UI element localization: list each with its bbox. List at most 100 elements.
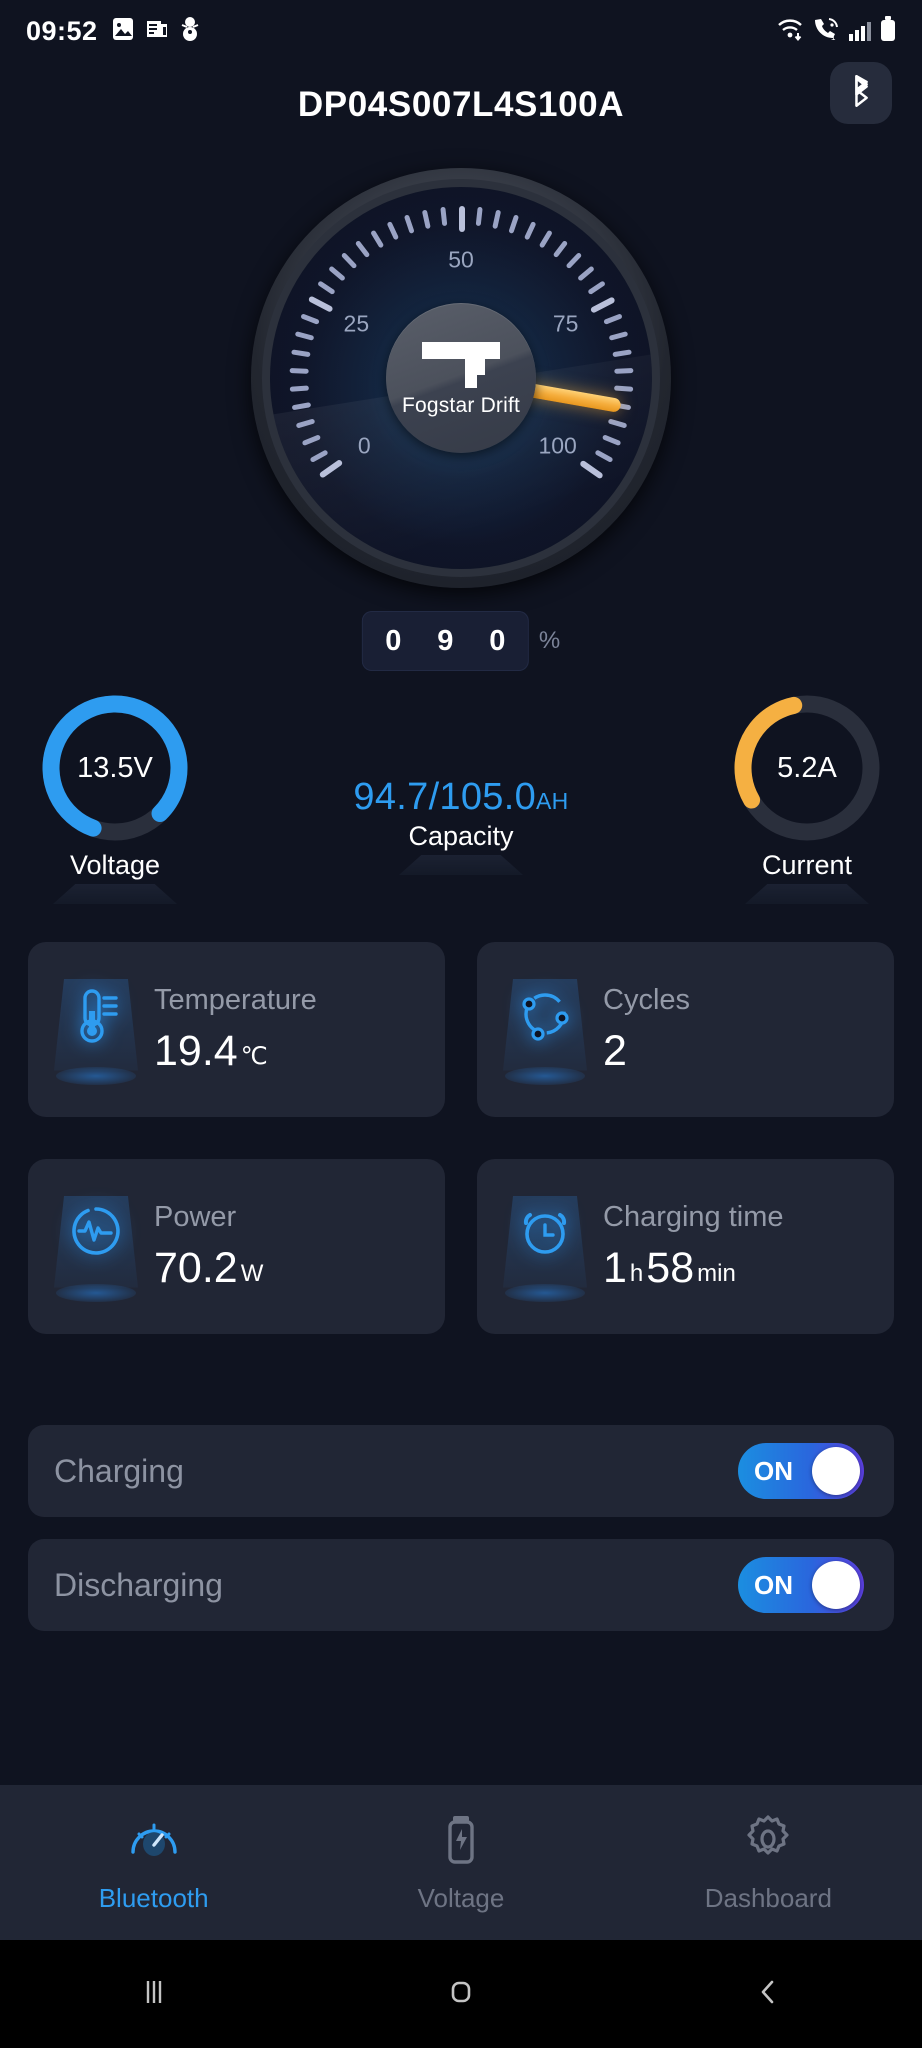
- nav-item-bluetooth[interactable]: Bluetooth: [0, 1812, 307, 1914]
- nav-label-bluetooth: Bluetooth: [98, 1882, 209, 1913]
- charging-time-card[interactable]: Charging time 1 h 58 min: [477, 1159, 894, 1334]
- power-pulse-icon: [46, 1202, 146, 1260]
- status-bar-notification-icons: [112, 16, 200, 47]
- nav-item-dashboard[interactable]: Dashboard: [615, 1812, 922, 1914]
- capacity-label: Capacity: [408, 821, 514, 851]
- capacity-stat[interactable]: 94.7/105.0AH Capacity: [346, 688, 576, 875]
- soc-percent-readout: 0 9 0 %: [361, 611, 561, 671]
- metric-cards: Temperature 19.4 ℃ Cycles 2 Power 70.2 W…: [28, 942, 894, 1334]
- temperature-value: 19.4 ℃: [154, 1027, 317, 1076]
- charging-time-text: Charging time 1 h 58 min: [603, 1201, 784, 1293]
- soc-percent-unit: %: [538, 627, 561, 654]
- gauge-tick-label: 75: [552, 310, 579, 336]
- gauge-tick-label: 0: [357, 432, 371, 459]
- voltage-stat[interactable]: 13.5V Voltage: [0, 688, 230, 904]
- nav-label-voltage: Voltage: [417, 1882, 505, 1913]
- thermometer-icon: [46, 985, 146, 1049]
- signal-icon: [848, 18, 872, 47]
- temperature-label: Temperature: [154, 983, 317, 1016]
- gauge-hub: Fogstar Drift: [386, 303, 536, 453]
- recents-button[interactable]: [0, 1975, 307, 2014]
- temperature-unit: ℃: [240, 1042, 268, 1070]
- cycles-number: 2: [603, 1026, 627, 1075]
- status-bar-system-icons: 1: [776, 15, 896, 47]
- charging-minutes-unit: min: [697, 1259, 736, 1287]
- snowman-icon: [180, 16, 200, 47]
- power-label: Power: [154, 1200, 237, 1233]
- svg-text:1: 1: [831, 33, 836, 42]
- current-stat[interactable]: 5.2A Current: [692, 688, 922, 904]
- app-header: DP04S007L4S100A: [0, 62, 922, 148]
- charging-row: Charging ON: [28, 1425, 894, 1517]
- discharging-toggle[interactable]: ON: [738, 1557, 864, 1613]
- gauge-face: 0 25 50 75 100 Fogstar Drift: [270, 187, 652, 569]
- gauge-tick-label: 50: [448, 246, 474, 273]
- capacity-plinth: [399, 855, 523, 875]
- power-unit: W: [240, 1259, 264, 1287]
- gauge-tick-label: 25: [343, 310, 370, 336]
- charging-switch-label: Charging: [54, 1452, 184, 1489]
- news-icon: [145, 17, 169, 46]
- status-bar-clock: 09:52: [26, 15, 98, 46]
- cycles-text: Cycles 2: [603, 984, 690, 1076]
- voltage-ring: 13.5V: [35, 688, 195, 848]
- back-button[interactable]: [615, 1975, 922, 2014]
- home-button[interactable]: [307, 1975, 614, 2014]
- charging-hours: 1: [603, 1243, 627, 1292]
- power-number: 70.2: [154, 1243, 238, 1292]
- voltage-plinth: [53, 884, 177, 904]
- power-text: Power 70.2 W: [154, 1201, 263, 1293]
- charging-toggle[interactable]: ON: [738, 1443, 864, 1499]
- brand-name: Fogstar Drift: [401, 394, 521, 417]
- current-label: Current: [761, 850, 853, 880]
- discharging-toggle-knob: [812, 1561, 860, 1609]
- discharging-row: Discharging ON: [28, 1539, 894, 1631]
- cycles-value: 2: [603, 1027, 690, 1076]
- charging-hours-unit: h: [629, 1259, 644, 1287]
- soc-digit: 0: [385, 624, 402, 657]
- current-value: 5.2A: [777, 751, 837, 784]
- current-plinth: [745, 884, 869, 904]
- call-wifi-icon: 1: [812, 16, 840, 47]
- wifi-icon: [776, 16, 804, 47]
- back-icon: [751, 1975, 785, 2014]
- temperature-text: Temperature 19.4 ℃: [154, 984, 317, 1076]
- soc-gauge: 0 25 50 75 100 Fogstar Drift: [251, 168, 671, 588]
- power-value: 70.2 W: [154, 1244, 263, 1293]
- charging-time-value: 1 h 58 min: [603, 1244, 784, 1293]
- power-card[interactable]: Power 70.2 W: [28, 1159, 445, 1334]
- bottom-navigation: Bluetooth Voltage Dashboard: [0, 1785, 922, 1940]
- current-ring: 5.2A: [727, 688, 887, 848]
- alarm-clock-icon: [495, 1202, 595, 1260]
- temperature-card[interactable]: Temperature 19.4 ℃: [28, 942, 445, 1117]
- capacity-value: 94.7/105.0AH: [346, 688, 576, 819]
- nav-item-voltage[interactable]: Voltage: [307, 1812, 614, 1914]
- gauge-icon: [127, 1812, 181, 1871]
- app-screen: 09:52 1 DP04S007L4S100A 0 25 50 75 100 F…: [0, 0, 922, 2048]
- soc-digit-group: 0 9 0: [361, 611, 529, 671]
- fogstar-logo-icon: [422, 338, 500, 392]
- cycles-label: Cycles: [603, 983, 691, 1016]
- temperature-holo: [46, 971, 146, 1089]
- cycles-icon: [495, 985, 595, 1043]
- image-icon: [112, 17, 134, 46]
- soc-digit: 9: [437, 624, 454, 657]
- charging-minutes: 58: [646, 1243, 695, 1292]
- charging-toggle-state: ON: [754, 1455, 793, 1486]
- nav-label-dashboard: Dashboard: [704, 1882, 832, 1913]
- voltage-label: Voltage: [69, 850, 161, 880]
- home-icon: [444, 1975, 478, 2014]
- recents-icon: [137, 1975, 171, 2014]
- gear-icon: [741, 1812, 795, 1871]
- discharging-switch-label: Discharging: [54, 1566, 223, 1603]
- bluetooth-button[interactable]: [830, 62, 892, 124]
- power-holo: [46, 1188, 146, 1306]
- charging-time-holo: [495, 1188, 595, 1306]
- status-bar: 09:52 1: [0, 0, 922, 62]
- cycles-card[interactable]: Cycles 2: [477, 942, 894, 1117]
- discharging-toggle-state: ON: [754, 1569, 793, 1600]
- charging-time-label: Charging time: [603, 1200, 784, 1233]
- voltage-value: 13.5V: [77, 751, 153, 784]
- switch-rows: Charging ON Discharging ON: [28, 1425, 894, 1653]
- bluetooth-icon: [846, 74, 876, 113]
